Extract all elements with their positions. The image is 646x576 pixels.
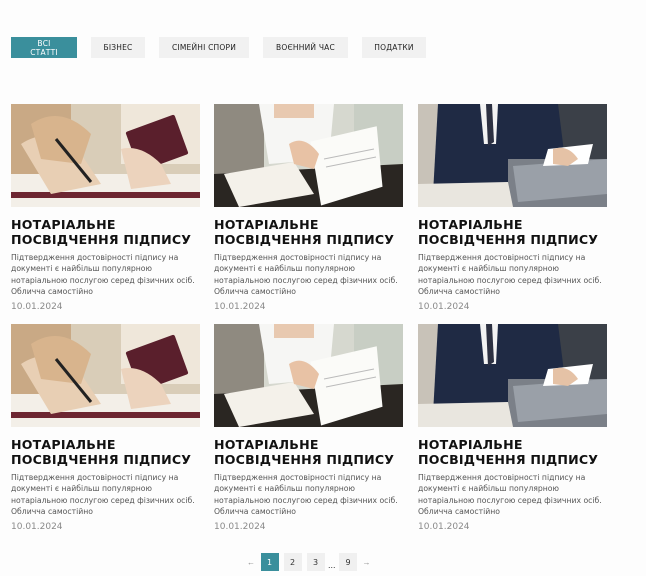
- article-title[interactable]: НОТАРІАЛЬНЕ ПОСВІДЧЕННЯ ПІДПИСУ: [214, 217, 414, 247]
- article-image[interactable]: [11, 104, 200, 207]
- article-title[interactable]: НОТАРІАЛЬНЕ ПОСВІДЧЕННЯ ПІДПИСУ: [11, 437, 211, 467]
- article-image[interactable]: [418, 104, 607, 207]
- article-card[interactable]: НОТАРІАЛЬНЕ ПОСВІДЧЕННЯ ПІДПИСУ Підтверд…: [11, 104, 200, 312]
- article-card[interactable]: НОТАРІАЛЬНЕ ПОСВІДЧЕННЯ ПІДПИСУ Підтверд…: [11, 324, 200, 532]
- pagination: ← 1 2 3 ... 9 →: [244, 553, 374, 571]
- article-date: 10.01.2024: [11, 301, 63, 312]
- article-date: 10.01.2024: [214, 301, 266, 312]
- category-filters: ВСІ СТАТТІ БІЗНЕС СІМЕЙНІ СПОРИ ВОЄННИЙ …: [11, 37, 440, 58]
- article-image[interactable]: [214, 104, 403, 207]
- article-card[interactable]: НОТАРІАЛЬНЕ ПОСВІДЧЕННЯ ПІДПИСУ Підтверд…: [418, 104, 607, 312]
- article-card[interactable]: НОТАРІАЛЬНЕ ПОСВІДЧЕННЯ ПІДПИСУ Підтверд…: [418, 324, 607, 532]
- article-image[interactable]: [11, 324, 200, 427]
- article-excerpt: Підтвердження достовірності підпису на д…: [11, 253, 195, 297]
- article-date: 10.01.2024: [11, 521, 63, 532]
- filter-all-articles[interactable]: ВСІ СТАТТІ: [11, 37, 77, 58]
- article-image[interactable]: [418, 324, 607, 427]
- filter-wartime[interactable]: ВОЄННИЙ ЧАС: [263, 37, 348, 58]
- article-excerpt: Підтвердження достовірності підпису на д…: [214, 253, 398, 297]
- filter-taxes[interactable]: ПОДАТКИ: [362, 37, 426, 58]
- article-title[interactable]: НОТАРІАЛЬНЕ ПОСВІДЧЕННЯ ПІДПИСУ: [418, 217, 618, 247]
- article-title[interactable]: НОТАРІАЛЬНЕ ПОСВІДЧЕННЯ ПІДПИСУ: [11, 217, 211, 247]
- article-excerpt: Підтвердження достовірності підпису на д…: [214, 473, 398, 517]
- article-title[interactable]: НОТАРІАЛЬНЕ ПОСВІДЧЕННЯ ПІДПИСУ: [418, 437, 618, 467]
- article-image[interactable]: [214, 324, 403, 427]
- page-last[interactable]: 9: [339, 553, 358, 571]
- arrow-left-icon[interactable]: ←: [244, 558, 258, 567]
- article-excerpt: Підтвердження достовірності підпису на д…: [418, 473, 602, 517]
- page-2[interactable]: 2: [283, 553, 302, 571]
- article-title[interactable]: НОТАРІАЛЬНЕ ПОСВІДЧЕННЯ ПІДПИСУ: [214, 437, 414, 467]
- filter-business[interactable]: БІЗНЕС: [91, 37, 145, 58]
- article-card[interactable]: НОТАРІАЛЬНЕ ПОСВІДЧЕННЯ ПІДПИСУ Підтверд…: [214, 324, 403, 532]
- article-date: 10.01.2024: [418, 521, 470, 532]
- page-3[interactable]: 3: [306, 553, 325, 571]
- article-card[interactable]: НОТАРІАЛЬНЕ ПОСВІДЧЕННЯ ПІДПИСУ Підтверд…: [214, 104, 403, 312]
- article-excerpt: Підтвердження достовірності підпису на д…: [418, 253, 602, 297]
- article-excerpt: Підтвердження достовірності підпису на д…: [11, 473, 195, 517]
- pagination-ellipsis: ...: [328, 560, 336, 570]
- arrow-right-icon[interactable]: →: [360, 558, 374, 567]
- filter-family-disputes[interactable]: СІМЕЙНІ СПОРИ: [159, 37, 249, 58]
- page-1[interactable]: 1: [260, 553, 279, 571]
- article-date: 10.01.2024: [418, 301, 470, 312]
- article-date: 10.01.2024: [214, 521, 266, 532]
